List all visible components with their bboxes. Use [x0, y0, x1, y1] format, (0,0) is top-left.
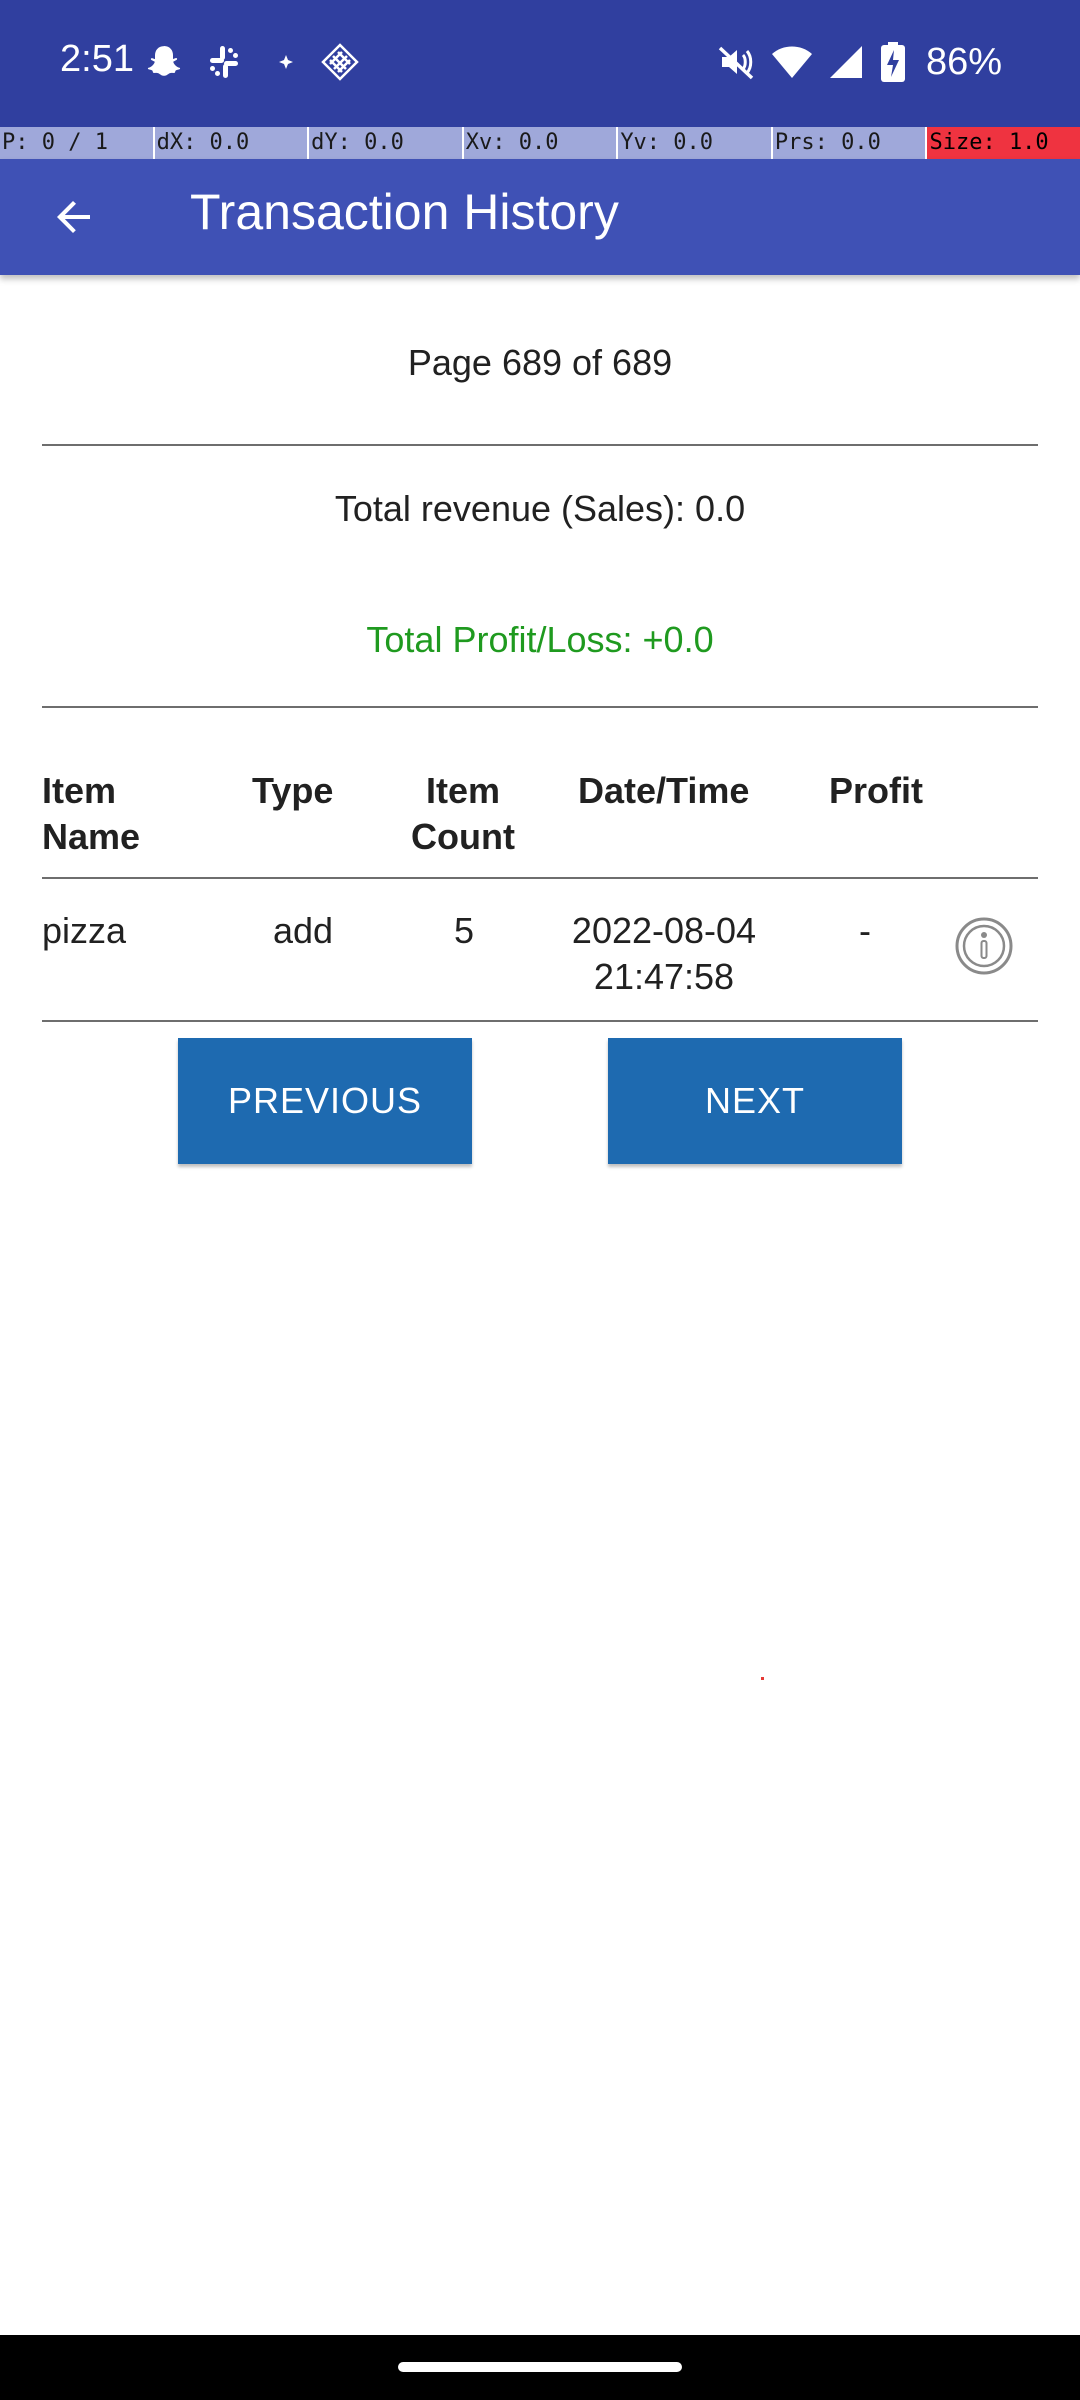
divider [42, 706, 1038, 708]
pointer-dy: dY: 0.0 [309, 127, 464, 159]
sparkle-icon [279, 55, 293, 69]
header-line: Name [42, 816, 141, 857]
divider [42, 444, 1038, 446]
header-line: Item [42, 770, 117, 811]
cell-profit: - [859, 910, 871, 951]
app-bar: Transaction History [0, 159, 1080, 275]
back-button[interactable] [36, 179, 112, 255]
wifi-icon [771, 46, 812, 78]
pointer-pressure: Prs: 0.0 [772, 127, 928, 159]
cell-type: add [272, 910, 334, 951]
info-button[interactable] [954, 916, 1014, 976]
divider [42, 877, 1038, 879]
pointer-count: P: 0 / 1 [0, 127, 155, 159]
mute-icon [718, 46, 754, 80]
column-header-datetime: Date/Time [578, 770, 750, 811]
page-title: Transaction History [190, 184, 619, 240]
arrow-back-icon [57, 201, 90, 233]
cell-time: 21:47:58 [593, 956, 735, 997]
pointer-size: Size: 1.0 [927, 127, 1080, 159]
pointer-dx: dX: 0.0 [154, 127, 310, 159]
column-header-profit: Profit [829, 770, 923, 811]
pointer-location-overlay: P: 0 / 1 dX: 0.0 dY: 0.0 Xv: 0.0 Yv: 0.0… [0, 127, 1080, 159]
cell-item-count: 5 [453, 910, 475, 951]
battery-charging-icon [880, 42, 905, 82]
header-line: Count [411, 816, 515, 857]
slack-icon [210, 46, 238, 78]
snapchat-icon [147, 46, 181, 76]
touch-trace-dot [761, 1677, 764, 1680]
divider [42, 1020, 1038, 1022]
cell-datetime: 2022-08-04 21:47:58 [548, 908, 780, 1000]
info-icon [955, 917, 1013, 975]
home-gesture-handle[interactable] [398, 2362, 682, 2372]
signal-icon [829, 46, 862, 78]
cell-item-name: pizza [42, 910, 127, 951]
total-revenue: Total revenue (Sales): 0.0 [334, 488, 746, 529]
status-right-group: 86% [716, 40, 1002, 84]
next-button[interactable]: NEXT [608, 1038, 902, 1164]
battery-percent: 86% [925, 40, 1002, 83]
status-bar: 2:51 86% [0, 0, 1080, 127]
column-header-item-name: Item Name [42, 768, 140, 860]
previous-button[interactable]: PREVIOUS [178, 1038, 472, 1164]
status-time: 2:51 [60, 38, 134, 80]
grid-diamond-icon [321, 43, 359, 81]
pointer-yv: Yv: 0.0 [618, 127, 773, 159]
column-header-item-count: Item Count [406, 768, 520, 860]
system-navigation-bar [0, 2335, 1080, 2400]
total-profit-loss: Total Profit/Loss: +0.0 [366, 619, 714, 660]
header-line: Item [425, 770, 501, 811]
column-header-type: Type [252, 770, 334, 811]
pointer-xv: Xv: 0.0 [463, 127, 619, 159]
page-indicator: Page 689 of 689 [407, 342, 673, 383]
cell-date: 2022-08-04 [571, 910, 757, 951]
